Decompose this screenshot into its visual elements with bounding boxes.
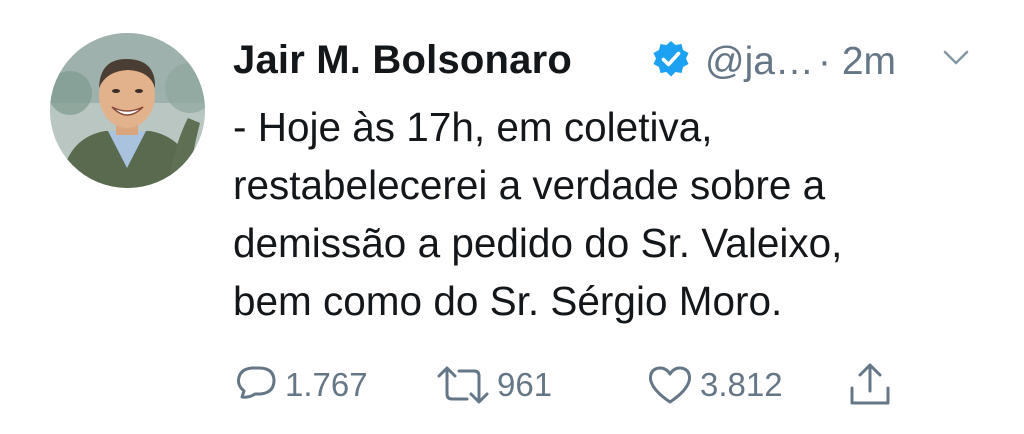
tweet-timestamp[interactable]: · 2m	[818, 40, 896, 84]
reply-icon	[236, 366, 276, 399]
verified-badge-icon	[653, 41, 689, 77]
avatar[interactable]	[50, 33, 205, 188]
author-handle[interactable]: @ja…	[705, 40, 814, 84]
tweet[interactable]: Jair M. Bolsonaro @ja… · 2m - Hoje às 17…	[0, 0, 1024, 434]
share-button[interactable]	[847, 360, 893, 410]
separator-dot: ·	[818, 40, 831, 83]
profile-photo	[50, 33, 205, 188]
heart-icon	[648, 366, 692, 404]
like-count: 3.812	[700, 366, 783, 403]
share-icon	[850, 363, 890, 405]
retweet-count: 961	[497, 366, 553, 403]
author-name[interactable]: Jair M. Bolsonaro	[233, 38, 572, 83]
like-button[interactable]: 3.812	[646, 360, 783, 410]
retweet-icon	[437, 366, 489, 404]
retweet-button[interactable]: 961	[435, 360, 552, 410]
chevron-down-icon[interactable]	[942, 48, 970, 68]
reply-button[interactable]: 1.767	[233, 360, 368, 410]
tweet-actions: 1.767 961 3.812	[233, 360, 933, 410]
reply-count: 1.767	[285, 366, 368, 403]
tweet-text: - Hoje às 17h, em coletiva, restabelecer…	[233, 104, 843, 324]
tweet-header: Jair M. Bolsonaro @ja… · 2m	[233, 30, 993, 86]
timestamp-value: 2m	[841, 40, 897, 83]
tweet-content: Jair M. Bolsonaro @ja… · 2m - Hoje às 17…	[233, 30, 993, 324]
